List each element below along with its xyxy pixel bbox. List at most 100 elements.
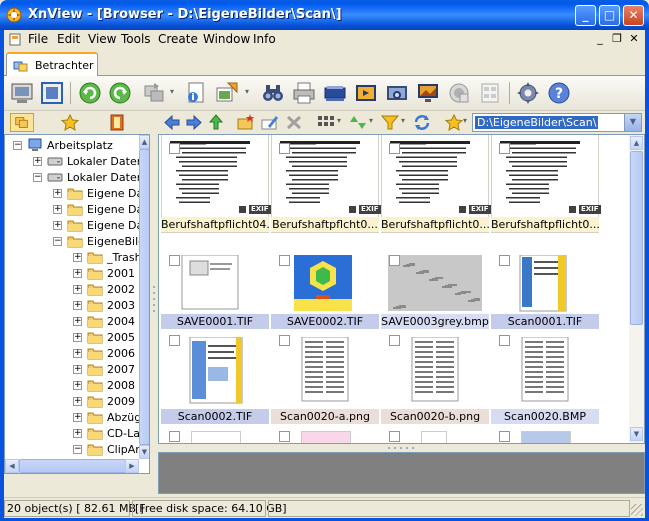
sort-dropdown-arrow[interactable]: ▾ <box>369 116 373 125</box>
tree-hscroll-thumb[interactable] <box>19 459 127 473</box>
categories-book-icon[interactable] <box>107 113 127 132</box>
scroll-down-icon[interactable]: ▼ <box>139 445 149 459</box>
expand-icon[interactable]: + <box>73 429 82 438</box>
help-icon[interactable]: ? <box>546 80 572 106</box>
rotate-green-icon[interactable] <box>107 80 133 106</box>
thumbnail-scrollbar[interactable]: ▲ ▼ <box>629 135 644 443</box>
maximize-button[interactable]: □ <box>599 5 620 26</box>
horizontal-splitter[interactable] <box>158 444 645 452</box>
menu-create[interactable]: Create <box>158 32 198 46</box>
close-button[interactable]: ✕ <box>623 5 644 26</box>
thumbnail-checkbox[interactable] <box>279 431 290 442</box>
favorites-dropdown-arrow[interactable]: ▾ <box>463 116 467 125</box>
thumbnail-item[interactable]: Scan0002.TIF <box>161 135 269 435</box>
tree-item[interactable]: +2007 <box>5 362 139 378</box>
tree-item[interactable]: + Abzüge <box>5 410 148 426</box>
thumbnail-item[interactable] <box>381 431 489 443</box>
fullscreen-preview-icon[interactable] <box>9 80 35 106</box>
favorites-star-icon[interactable] <box>60 113 80 132</box>
convert-icon[interactable] <box>141 80 167 106</box>
menu-file[interactable]: File <box>28 32 48 46</box>
slideshow-icon[interactable] <box>353 80 379 106</box>
tree-item[interactable]: − Arbeitsplatz <box>5 138 139 154</box>
capture-icon[interactable] <box>446 80 472 106</box>
gear-icon[interactable] <box>515 80 541 106</box>
sort-icon[interactable] <box>348 113 368 132</box>
tree-item[interactable]: − ClipArt <box>5 442 144 458</box>
properties-icon[interactable] <box>183 80 209 106</box>
refresh-green-icon[interactable] <box>77 80 103 106</box>
refresh-icon[interactable] <box>412 113 432 132</box>
wallpaper-icon[interactable] <box>415 80 441 106</box>
tree-item[interactable]: − EigeneBilder <box>5 234 149 250</box>
export-dropdown-arrow[interactable]: ▾ <box>245 87 249 96</box>
new-folder-icon[interactable] <box>236 113 256 132</box>
thumbnail-item[interactable]: Scan0020.BMP <box>491 135 599 435</box>
mdi-close-button[interactable]: ✕ <box>627 32 641 45</box>
tree-item[interactable]: +2002 <box>5 282 139 298</box>
tree-item[interactable]: +2008 <box>5 378 139 394</box>
tree-item[interactable]: +2003 <box>5 298 139 314</box>
expand-icon[interactable]: + <box>73 365 82 374</box>
tree-item[interactable]: + _Trash <box>5 250 142 266</box>
menu-info[interactable]: Info <box>253 32 276 46</box>
menu-window[interactable]: Window <box>203 32 250 46</box>
tree-scroll-thumb[interactable] <box>139 149 149 445</box>
filter-dropdown-arrow[interactable]: ▾ <box>401 116 405 125</box>
printer-icon[interactable] <box>291 80 317 106</box>
menu-tools[interactable]: Tools <box>121 32 151 46</box>
scanner-icon[interactable] <box>322 80 348 106</box>
thumbnail-checkbox[interactable] <box>279 335 290 346</box>
folders-panel-icon[interactable] <box>10 113 34 132</box>
thumbnail-item[interactable]: Scan0020-a.png <box>271 135 379 435</box>
vertical-splitter[interactable] <box>150 134 158 474</box>
expand-icon[interactable]: + <box>73 285 82 294</box>
tree-item[interactable]: +Eigene Dateien <box>5 186 149 202</box>
delete-x-icon[interactable] <box>284 113 304 132</box>
chevron-down-icon[interactable]: ▼ <box>624 114 641 131</box>
back-arrow-icon[interactable] <box>162 113 182 132</box>
collapse-icon[interactable]: − <box>53 237 62 246</box>
thumbnail-item[interactable]: Scan0020-b.png <box>381 135 489 435</box>
thumbnail-checkbox[interactable] <box>389 431 400 442</box>
view-dropdown-arrow[interactable]: ▾ <box>337 116 341 125</box>
tree-item[interactable]: +Eigene Dateien <box>5 202 149 218</box>
add-favorite-star-icon[interactable] <box>444 113 464 132</box>
expand-icon[interactable]: + <box>73 317 82 326</box>
expand-icon[interactable]: + <box>33 157 42 166</box>
expand-icon[interactable]: + <box>73 301 82 310</box>
menu-view[interactable]: View <box>88 32 116 46</box>
resize-grip-icon[interactable] <box>631 504 643 516</box>
thumbnail-item[interactable] <box>271 431 379 443</box>
mdi-restore-button[interactable]: ❐ <box>610 32 624 45</box>
expand-icon[interactable]: + <box>73 413 82 422</box>
thumbnail-item[interactable] <box>491 431 599 443</box>
expand-icon[interactable]: + <box>73 381 82 390</box>
thumbnail-checkbox[interactable] <box>169 335 180 346</box>
scroll-up-icon[interactable]: ▲ <box>139 135 149 149</box>
thumbnail-checkbox[interactable] <box>389 335 400 346</box>
tree-item[interactable]: +2005 <box>5 330 139 346</box>
parent-folder-icon[interactable] <box>206 113 226 132</box>
expand-icon[interactable]: + <box>73 333 82 342</box>
document-menu-icon[interactable] <box>8 32 23 47</box>
folder-tree[interactable]: − Arbeitsplatz + Lokaler Datenträger − Lokale… <box>4 134 150 474</box>
tab-betrachter[interactable]: Betrachter <box>6 52 98 76</box>
tree-item[interactable]: +CD-Label <box>5 426 149 442</box>
thumbnail-view[interactable]: ▲ ▼ EXIF Berufshaftpflicht04... EXIF Berufs… <box>158 134 645 444</box>
forward-arrow-icon[interactable] <box>184 113 204 132</box>
tree-item[interactable]: +2009 <box>5 394 139 410</box>
thumbnail-item[interactable] <box>161 431 269 443</box>
expand-icon[interactable]: + <box>73 349 82 358</box>
expand-icon[interactable]: + <box>73 253 82 262</box>
expand-icon[interactable]: + <box>73 269 82 278</box>
scroll-right-icon[interactable]: ▶ <box>125 459 139 473</box>
collapse-icon[interactable]: − <box>73 445 82 454</box>
camera-icon[interactable] <box>384 80 410 106</box>
collapse-icon[interactable]: − <box>13 141 22 150</box>
binoculars-search-icon[interactable] <box>260 80 286 106</box>
tree-item[interactable]: +2001 <box>5 266 139 282</box>
scroll-left-icon[interactable]: ◀ <box>5 459 19 473</box>
tree-item[interactable]: +2006 <box>5 346 139 362</box>
expand-icon[interactable]: + <box>53 189 62 198</box>
